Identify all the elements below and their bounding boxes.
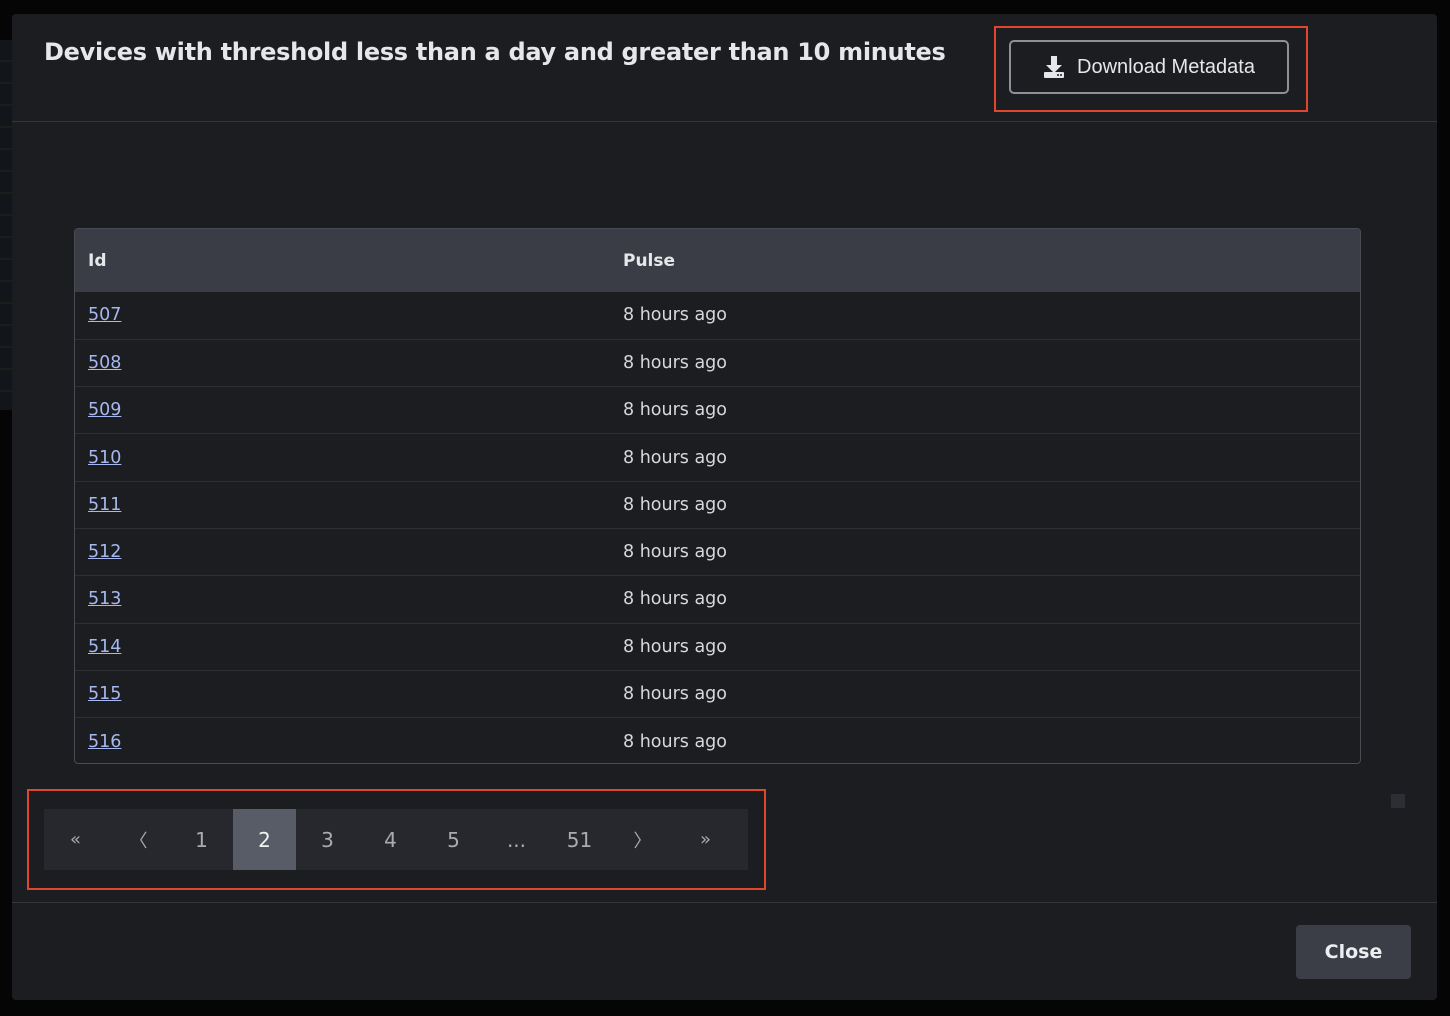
table-row: 511 8 hours ago bbox=[75, 481, 1360, 528]
table-row: 508 8 hours ago bbox=[75, 339, 1360, 386]
device-id-cell: 514 bbox=[75, 623, 610, 670]
table-row: 510 8 hours ago bbox=[75, 433, 1360, 481]
page-last-button[interactable]: » bbox=[674, 809, 737, 870]
pulse-cell: 8 hours ago bbox=[623, 352, 728, 373]
device-id-cell: 510 bbox=[75, 434, 610, 481]
modal-header: Devices with threshold less than a day a… bbox=[12, 14, 1437, 122]
device-id-link[interactable]: 516 bbox=[88, 732, 121, 752]
table-row: 507 8 hours ago bbox=[75, 292, 1360, 339]
device-id-link[interactable]: 510 bbox=[88, 448, 121, 468]
device-id-cell: 508 bbox=[75, 339, 610, 386]
page-first-button[interactable]: « bbox=[44, 809, 107, 870]
close-button[interactable]: Close bbox=[1296, 925, 1411, 979]
pulse-cell: 8 hours ago bbox=[623, 589, 728, 610]
device-id-link[interactable]: 507 bbox=[88, 305, 121, 325]
download-metadata-button[interactable]: Download Metadata bbox=[1009, 40, 1289, 94]
column-header-id[interactable]: Id bbox=[75, 229, 610, 292]
table-row: 513 8 hours ago bbox=[75, 575, 1360, 623]
pulse-cell: 8 hours ago bbox=[623, 494, 728, 515]
pulse-cell: 8 hours ago bbox=[623, 542, 728, 563]
page-button-5[interactable]: 5 bbox=[422, 809, 485, 870]
page-prev-button[interactable]: 〈 bbox=[107, 809, 170, 870]
device-id-cell: 511 bbox=[75, 481, 610, 528]
pulse-cell: 8 hours ago bbox=[623, 305, 728, 326]
devices-modal: Devices with threshold less than a day a… bbox=[12, 14, 1437, 1000]
device-id-cell: 507 bbox=[75, 292, 610, 339]
device-id-link[interactable]: 515 bbox=[88, 684, 121, 704]
modal-footer: Close bbox=[12, 902, 1437, 1000]
pulse-cell: 8 hours ago bbox=[623, 636, 728, 657]
download-metadata-label: Download Metadata bbox=[1077, 55, 1255, 78]
device-id-cell: 516 bbox=[75, 718, 610, 763]
table-header-row: Id Pulse bbox=[75, 229, 1360, 292]
background-page-strip bbox=[0, 40, 12, 410]
page-button-4[interactable]: 4 bbox=[359, 809, 422, 870]
pulse-cell: 8 hours ago bbox=[623, 447, 728, 468]
page-button-3[interactable]: 3 bbox=[296, 809, 359, 870]
resize-handle bbox=[1391, 794, 1405, 808]
page-button-1[interactable]: 1 bbox=[170, 809, 233, 870]
device-id-link[interactable]: 508 bbox=[88, 353, 121, 373]
device-id-cell: 515 bbox=[75, 670, 610, 717]
table-row: 509 8 hours ago bbox=[75, 386, 1360, 434]
table-row: 514 8 hours ago bbox=[75, 623, 1360, 670]
pulse-cell: 8 hours ago bbox=[623, 684, 728, 705]
device-id-cell: 509 bbox=[75, 387, 610, 434]
pulse-cell: 8 hours ago bbox=[623, 400, 728, 421]
device-id-link[interactable]: 511 bbox=[88, 495, 121, 515]
download-icon bbox=[1043, 55, 1065, 79]
device-id-link[interactable]: 512 bbox=[88, 542, 121, 562]
pulse-cell: 8 hours ago bbox=[623, 731, 728, 752]
device-id-cell: 512 bbox=[75, 528, 610, 575]
devices-table: Id Pulse 507 8 hours ago 508 8 hours ago… bbox=[74, 228, 1361, 764]
device-id-link[interactable]: 514 bbox=[88, 637, 121, 657]
device-id-link[interactable]: 509 bbox=[88, 400, 121, 420]
page-button-51[interactable]: 51 bbox=[548, 809, 611, 870]
page-ellipsis: ... bbox=[506, 827, 527, 852]
device-id-cell: 513 bbox=[75, 576, 610, 623]
device-id-link[interactable]: 513 bbox=[88, 589, 121, 609]
modal-title: Devices with threshold less than a day a… bbox=[44, 38, 946, 66]
table-row: 516 8 hours ago bbox=[75, 717, 1360, 763]
page-button-2-active[interactable]: 2 bbox=[233, 809, 296, 870]
table-row: 512 8 hours ago bbox=[75, 528, 1360, 575]
column-header-pulse[interactable]: Pulse bbox=[610, 229, 1360, 292]
page-next-button[interactable]: 〉 bbox=[611, 809, 674, 870]
table-row: 515 8 hours ago bbox=[75, 670, 1360, 717]
pagination: « 〈 1 2 3 4 5 ... 51 〉 » bbox=[44, 809, 748, 870]
